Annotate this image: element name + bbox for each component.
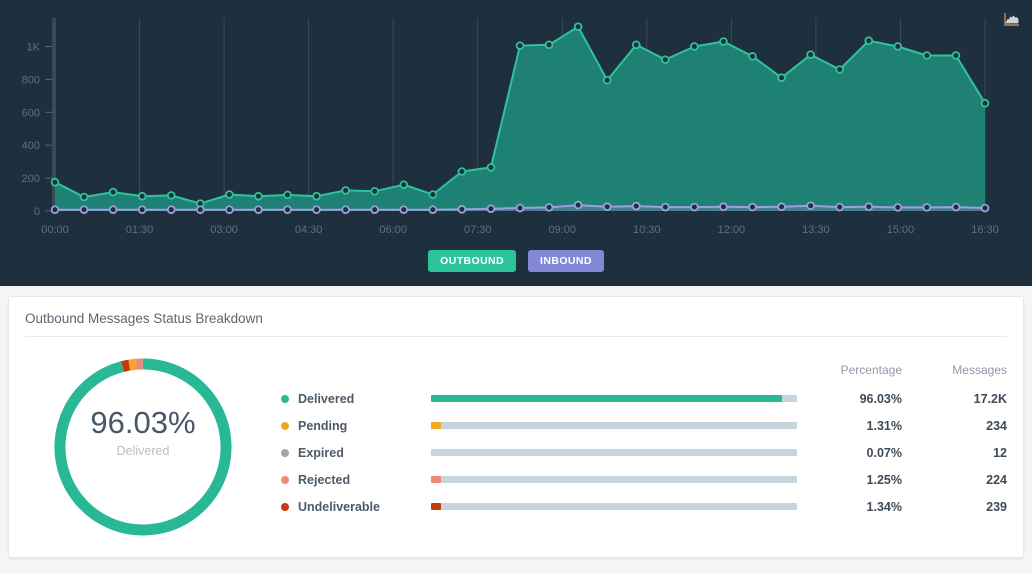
- status-label: Expired: [298, 445, 344, 460]
- svg-text:03:00: 03:00: [210, 224, 238, 236]
- svg-text:09:00: 09:00: [549, 224, 577, 236]
- header-percentage: Percentage: [840, 363, 902, 377]
- table-row: Expired 0.07% 12: [281, 439, 1007, 466]
- status-color-dot: [281, 421, 289, 430]
- table-row: Delivered 96.03% 17.2K: [281, 385, 1007, 412]
- legend-toggle-outbound[interactable]: OUTBOUND: [428, 250, 517, 272]
- svg-text:01:30: 01:30: [126, 224, 154, 236]
- status-bar-fill: [431, 422, 441, 429]
- svg-text:0: 0: [34, 206, 40, 218]
- svg-text:200: 200: [22, 173, 40, 185]
- header-messages: Messages: [952, 363, 1007, 377]
- svg-text:07:30: 07:30: [464, 224, 492, 236]
- status-bar-track: [431, 476, 797, 483]
- table-row: Undeliverable 1.34% 239: [281, 493, 1007, 520]
- status-bar-fill: [431, 503, 441, 510]
- status-percentage: 1.34%: [866, 499, 902, 514]
- svg-text:06:00: 06:00: [379, 224, 407, 236]
- status-bar-track: [431, 449, 797, 456]
- table-row: Pending 1.31% 234: [281, 412, 1007, 439]
- svg-text:1K: 1K: [27, 41, 41, 53]
- status-messages: 12: [993, 445, 1007, 460]
- status-messages: 17.2K: [973, 391, 1007, 406]
- status-messages: 239: [986, 499, 1007, 514]
- donut-segment-undeliverable: [121, 359, 131, 372]
- legend-toggle-inbound[interactable]: INBOUND: [528, 250, 604, 272]
- status-breakdown-table: Percentage Messages Delivered 96.03% 17.2K…: [251, 351, 1007, 520]
- status-label: Delivered: [298, 391, 355, 406]
- chart-legend: OUTBOUND INBOUND: [0, 250, 1032, 272]
- chart-svg: 0 200 400 600 800 1K 00:00 01:30 03:00 04:30 06:00…: [22, 18, 999, 236]
- status-breakdown-card: Outbound Messages Status Breakdown 96.03…: [8, 296, 1024, 558]
- svg-text:800: 800: [22, 74, 40, 86]
- status-percentage: 1.31%: [866, 418, 902, 433]
- status-label: Pending: [298, 418, 348, 433]
- status-bar-fill: [431, 395, 783, 402]
- svg-text:16:30: 16:30: [971, 224, 999, 236]
- status-label: Undeliverable: [298, 499, 380, 514]
- status-bar-track: [431, 503, 797, 510]
- donut-svg: [54, 358, 232, 536]
- card-title: Outbound Messages Status Breakdown: [25, 311, 263, 326]
- status-bar-track: [431, 422, 797, 429]
- chart-plot-area: 0 200 400 600 800 1K 00:00 01:30 03:00 04:30 06:00…: [0, 0, 1032, 246]
- card-body: 96.03% Delivered Percentage Messages Del…: [9, 337, 1023, 549]
- status-label: Rejected: [298, 472, 351, 487]
- status-color-dot: [281, 475, 289, 484]
- delivered-donut-chart: 96.03% Delivered: [35, 351, 251, 543]
- status-messages: 234: [986, 418, 1007, 433]
- traffic-chart-panel: 0 200 400 600 800 1K 00:00 01:30 03:00 04:30 06:00…: [0, 0, 1032, 286]
- svg-text:10:30: 10:30: [633, 224, 661, 236]
- svg-text:12:00: 12:00: [718, 224, 746, 236]
- table-row: Rejected 1.25% 224: [281, 466, 1007, 493]
- donut-segment-delivered: [54, 358, 232, 536]
- status-messages: 224: [986, 472, 1007, 487]
- svg-text:600: 600: [22, 107, 40, 119]
- status-bar-fill: [431, 476, 441, 483]
- status-color-dot: [281, 502, 289, 511]
- donut-segment-pending: [128, 358, 137, 371]
- table-rows-container: Delivered 96.03% 17.2K Pending 1.31% 234 Expir…: [281, 385, 1007, 520]
- status-percentage: 0.07%: [866, 445, 902, 460]
- status-bar-track: [431, 395, 797, 402]
- status-percentage: 96.03%: [859, 391, 902, 406]
- status-color-dot: [281, 394, 289, 403]
- table-header-row: Percentage Messages: [281, 355, 1007, 385]
- status-color-dot: [281, 448, 289, 457]
- svg-text:15:00: 15:00: [887, 224, 915, 236]
- svg-text:13:30: 13:30: [802, 224, 830, 236]
- svg-text:00:00: 00:00: [41, 224, 69, 236]
- status-percentage: 1.25%: [866, 472, 902, 487]
- svg-text:04:30: 04:30: [295, 224, 323, 236]
- svg-text:400: 400: [22, 140, 40, 152]
